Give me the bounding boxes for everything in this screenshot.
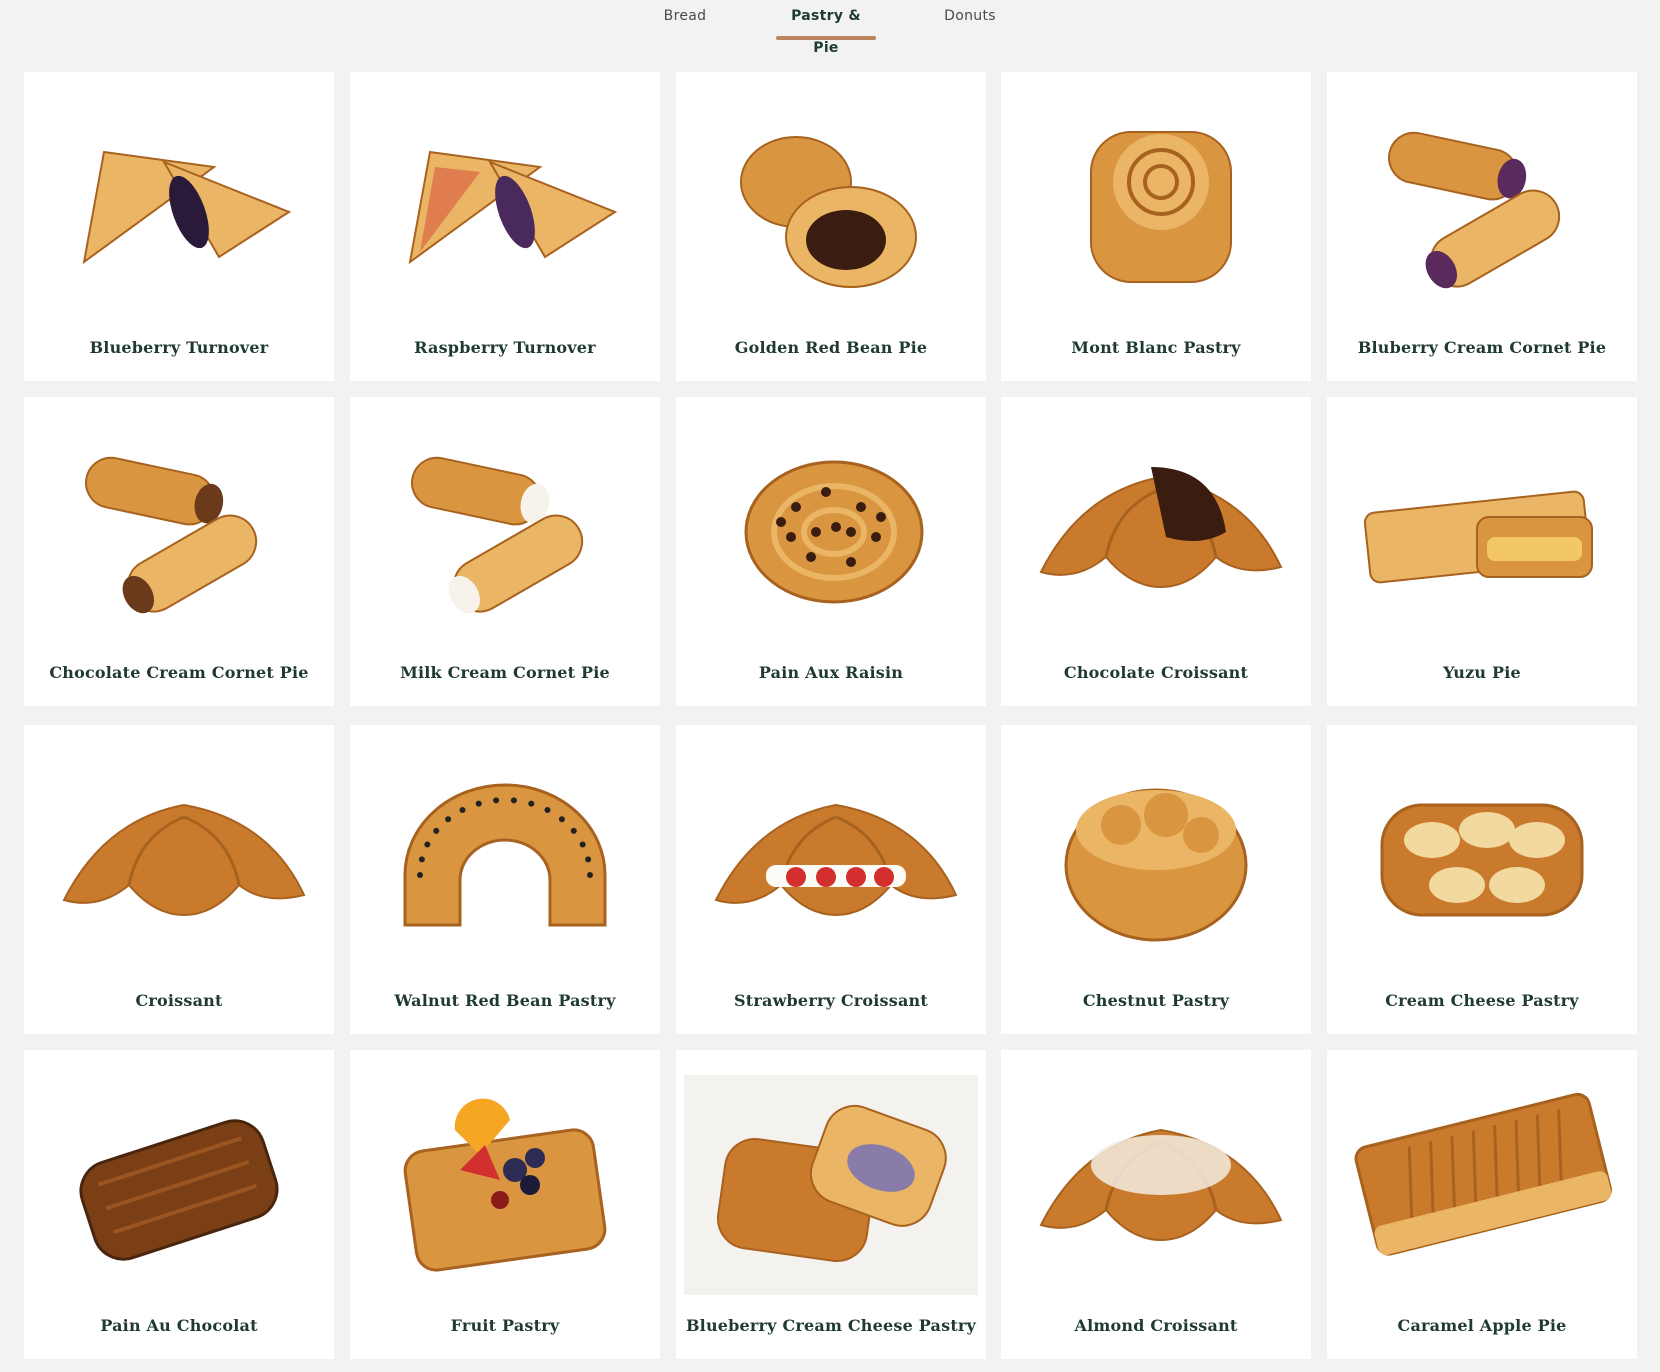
product-card-chocolate-cream-cornet-pie[interactable]: Chocolate Cream Cornet Pie	[24, 397, 334, 706]
product-title: Milk Cream Cornet Pie	[400, 663, 610, 682]
cornet-icon	[1327, 72, 1637, 322]
product-title: Raspberry Turnover	[414, 338, 596, 357]
product-card-chestnut-pastry[interactable]: Chestnut Pastry	[1001, 725, 1311, 1034]
pain-chocolat-icon	[24, 1050, 334, 1300]
product-title: Yuzu Pie	[1443, 663, 1521, 682]
apple-pie-icon	[1327, 1050, 1637, 1300]
product-title: Golden Red Bean Pie	[734, 338, 928, 357]
raisin-swirl-icon	[676, 397, 986, 647]
product-card-croissant[interactable]: Croissant	[24, 725, 334, 1034]
product-title: Bluberry Cream Cornet Pie	[1357, 338, 1607, 357]
pie-bar-icon	[1327, 397, 1637, 647]
round-pastry-icon	[1001, 725, 1311, 975]
tab-bread-label: Bread	[663, 8, 707, 24]
product-title: Strawberry Croissant	[734, 991, 928, 1010]
product-title: Caramel Apple Pie	[1397, 1316, 1567, 1335]
product-title: Croissant	[135, 991, 223, 1010]
product-card-chocolate-croissant[interactable]: Chocolate Croissant	[1001, 397, 1311, 706]
product-card-milk-cream-cornet-pie[interactable]: Milk Cream Cornet Pie	[350, 397, 660, 706]
product-card-raspberry-turnover[interactable]: Raspberry Turnover	[350, 72, 660, 381]
product-title: Chestnut Pastry	[1082, 991, 1230, 1010]
tab-pastry-pie[interactable]: Pastry & Pie	[776, 0, 876, 56]
product-title: Chocolate Croissant	[1063, 663, 1249, 682]
product-title: Cream Cheese Pastry	[1385, 991, 1579, 1010]
cornet-icon	[350, 397, 660, 647]
bean-pie-icon	[676, 72, 986, 322]
tab-donuts-label: Donuts	[944, 8, 996, 24]
tab-pastry-pie-label: Pastry & Pie	[791, 8, 861, 56]
product-title: Chocolate Cream Cornet Pie	[49, 663, 309, 682]
product-card-pain-au-chocolat[interactable]: Pain Au Chocolat	[24, 1050, 334, 1359]
product-title: Mont Blanc Pastry	[1071, 338, 1241, 357]
product-card-strawberry-croissant[interactable]: Strawberry Croissant	[676, 725, 986, 1034]
product-card-blueberry-turnover[interactable]: Blueberry Turnover	[24, 72, 334, 381]
croissant-icon	[1001, 397, 1311, 647]
filled-pastry-icon	[676, 1050, 986, 1300]
product-title: Fruit Pastry	[450, 1316, 560, 1335]
category-tabs: Bread Pastry & Pie Donuts	[0, 0, 1660, 56]
product-title: Almond Croissant	[1074, 1316, 1238, 1335]
turnover-icon	[350, 72, 660, 322]
product-card-yuzu-pie[interactable]: Yuzu Pie	[1327, 397, 1637, 706]
product-card-walnut-red-bean-pastry[interactable]: Walnut Red Bean Pastry	[350, 725, 660, 1034]
croissant-icon	[24, 725, 334, 975]
product-title: Blueberry Turnover	[89, 338, 269, 357]
product-card-bluberry-cream-cornet-pie[interactable]: Bluberry Cream Cornet Pie	[1327, 72, 1637, 381]
product-card-almond-croissant[interactable]: Almond Croissant	[1001, 1050, 1311, 1359]
turnover-icon	[24, 72, 334, 322]
product-card-fruit-pastry[interactable]: Fruit Pastry	[350, 1050, 660, 1359]
product-card-golden-red-bean-pie[interactable]: Golden Red Bean Pie	[676, 72, 986, 381]
product-title: Pain Au Chocolat	[100, 1316, 258, 1335]
tab-donuts[interactable]: Donuts	[925, 0, 1015, 40]
tab-bread[interactable]: Bread	[640, 0, 730, 40]
product-title: Pain Aux Raisin	[758, 663, 904, 682]
product-title: Walnut Red Bean Pastry	[394, 991, 616, 1010]
product-card-pain-aux-raisin[interactable]: Pain Aux Raisin	[676, 397, 986, 706]
product-card-cream-cheese-pastry[interactable]: Cream Cheese Pastry	[1327, 725, 1637, 1034]
cheese-pastry-icon	[1327, 725, 1637, 975]
fruit-danish-icon	[350, 1050, 660, 1300]
product-title: Blueberry Cream Cheese Pastry	[685, 1316, 977, 1335]
croissant-icon	[1001, 1050, 1311, 1300]
active-tab-indicator	[776, 36, 876, 40]
product-card-caramel-apple-pie[interactable]: Caramel Apple Pie	[1327, 1050, 1637, 1359]
arch-pastry-icon	[350, 725, 660, 975]
product-card-mont-blanc-pastry[interactable]: Mont Blanc Pastry	[1001, 72, 1311, 381]
spiral-pastry-icon	[1001, 72, 1311, 322]
product-card-blueberry-cream-cheese-pastry[interactable]: Blueberry Cream Cheese Pastry	[676, 1050, 986, 1359]
cornet-icon	[24, 397, 334, 647]
croissant-icon	[676, 725, 986, 975]
